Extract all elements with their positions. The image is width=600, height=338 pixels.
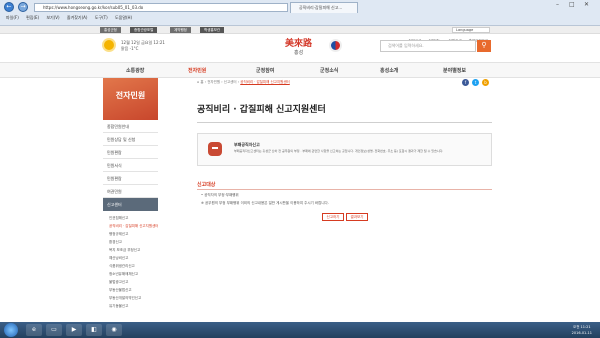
sub-item-current[interactable]: 공직비리 · 갑질피해 신고지원센터: [103, 222, 158, 230]
crumb-current: 공직비리 · 갑질피해 신고지원센터: [240, 80, 290, 84]
sub-item[interactable]: 예산낭비신고: [103, 254, 158, 262]
menu-view[interactable]: 보기(V): [46, 14, 59, 22]
folder-icon[interactable]: ▭: [46, 324, 62, 336]
side-item-handbook[interactable]: 민원편람: [103, 146, 158, 159]
nav-communication[interactable]: 소통광장: [126, 63, 144, 79]
side-item-consult[interactable]: 민원상담 및 신청: [103, 133, 158, 146]
nav-news[interactable]: 군정소식: [320, 63, 338, 79]
forward-icon[interactable]: →: [18, 2, 28, 12]
result-button[interactable]: 결과보기: [346, 213, 368, 221]
info-box-title: 부패공직자신고: [234, 142, 260, 147]
nav-participation[interactable]: 군정참여: [256, 63, 274, 79]
app-icon[interactable]: ◧: [86, 324, 102, 336]
taskbar: e ▭ ▶ ◧ ◉ 오전 11:21 2016-01-11: [0, 322, 600, 338]
sub-item[interactable]: 불법광고신고: [103, 278, 158, 286]
crumb-home[interactable]: 홈: [200, 80, 203, 84]
logo-main: 美來路: [285, 39, 313, 49]
util-link-hongseong[interactable]: 홍성군청: [100, 27, 121, 33]
sun-icon: [104, 40, 114, 50]
nav-field-info[interactable]: 분야별정보: [443, 63, 466, 79]
search-input[interactable]: 검색어를 입력하세요.: [380, 40, 476, 52]
sub-item[interactable]: 인권침해신고: [103, 214, 158, 222]
info-box: 부패공직자신고 부패공직자신고센터는 홍성군 산하 전 공무원의 부정 · 부패…: [197, 133, 492, 166]
menu-favorites[interactable]: 즐겨찾기(A): [67, 14, 88, 22]
side-hero-title: 전자민원: [115, 90, 146, 100]
sub-item[interactable]: 유기동물신고: [103, 302, 158, 310]
report-target-item: • 공직자의 부정·부패행위: [201, 193, 239, 197]
side-item-handbook-2[interactable]: 민원편람: [103, 172, 158, 185]
crumb-report-center[interactable]: 신고센터: [224, 80, 237, 84]
address-bar[interactable]: https://www.hongseong.go.kr/kor/sub05_01…: [34, 3, 288, 12]
report-notice-item: ※ 공무원의 부정 부패행위 이외의 신고내용은 일반 게시판을 이용하여 주시…: [201, 201, 329, 205]
side-item-passport[interactable]: 여권민원: [103, 185, 158, 198]
side-item-forms[interactable]: 민원서식: [103, 159, 158, 172]
ie-icon[interactable]: e: [26, 324, 42, 336]
system-clock[interactable]: 오전 11:21 2016-01-11: [572, 324, 592, 336]
explorer-icon[interactable]: ◉: [106, 324, 122, 336]
blog-icon[interactable]: b: [482, 79, 489, 86]
browser-chrome: ← → https://www.hongseong.go.kr/kor/sub0…: [0, 0, 600, 26]
side-item-report-center[interactable]: 신고센터: [103, 198, 158, 211]
sub-item[interactable]: 부동산개발의약건신고: [103, 294, 158, 302]
section-heading: 신고대상: [197, 182, 216, 188]
close-icon[interactable]: ✕: [584, 1, 589, 11]
site-logo[interactable]: 美來路 홍성: [285, 36, 345, 62]
util-link-student[interactable]: 학생홍보관: [200, 27, 225, 33]
report-button[interactable]: 신고하기: [322, 213, 344, 221]
utility-bar: 홍성군청 종합관광포털 계약행정 학생홍보관 Language: [0, 26, 600, 34]
twitter-icon[interactable]: t: [472, 79, 479, 86]
side-item-guide[interactable]: 종합민원안내: [103, 120, 158, 133]
util-link-contract[interactable]: 계약행정: [170, 27, 191, 33]
main-nav: 소통광장 전자민원 군정참여 군정소식 홍성소개 분야별정보: [0, 62, 600, 78]
speech-bubble-icon: [208, 142, 222, 156]
sub-item[interactable]: 행정규제신고: [103, 230, 158, 238]
sub-item[interactable]: 청소년유해매체신고: [103, 270, 158, 278]
sub-item[interactable]: 부동산불법신고: [103, 286, 158, 294]
search-icon[interactable]: ⚲: [477, 40, 491, 52]
menu-help[interactable]: 도움말(H): [115, 14, 132, 22]
side-hero: 전자민원: [103, 78, 158, 120]
menu-tools[interactable]: 도구(T): [95, 14, 108, 22]
page-title: 공직비리 · 갑질피해 신고지원센터: [197, 105, 326, 115]
info-box-desc: 부패공직자신고센터는 홍성군 산하 전 공무원의 부정 · 부패에 관련한 사항…: [234, 149, 444, 153]
language-select[interactable]: Language: [452, 27, 490, 33]
menu-edit[interactable]: 편집(E): [26, 14, 39, 22]
section-divider: [197, 189, 492, 190]
side-submenu: 인권침해신고 공직비리 · 갑질피해 신고지원센터 행정규제신고 환경신고 복지…: [103, 214, 158, 310]
start-button[interactable]: [4, 323, 18, 337]
crumb-e-civil[interactable]: 전자민원: [207, 80, 220, 84]
util-link-tour[interactable]: 종합관광포털: [130, 27, 158, 33]
side-menu: 종합민원안내 민원상담 및 신청 민원편람 민원서식 민원편람 여권민원 신고센…: [103, 120, 158, 211]
sub-item[interactable]: 식품위생관리신고: [103, 262, 158, 270]
maximize-icon[interactable]: □: [569, 1, 575, 11]
sub-item[interactable]: 복지 보조금 부정신고: [103, 246, 158, 254]
facebook-icon[interactable]: f: [462, 79, 469, 86]
breadcrumb: ⌂ 홈 › 전자민원 › 신고센터 › 공직비리 · 갑질피해 신고지원센터: [197, 80, 290, 84]
sub-item[interactable]: 환경신고: [103, 238, 158, 246]
weather-temp: 맑음 -1°C: [121, 46, 139, 51]
back-icon[interactable]: ←: [4, 2, 14, 12]
title-divider: [197, 122, 492, 123]
browser-menubar: 파일(F) 편집(E) 보기(V) 즐겨찾기(A) 도구(T) 도움말(H): [0, 14, 600, 22]
nav-intro[interactable]: 홍성소개: [380, 63, 398, 79]
minimize-icon[interactable]: –: [556, 1, 559, 11]
nav-e-civil[interactable]: 전자민원: [188, 63, 206, 79]
logo-sub: 홍성: [294, 50, 304, 56]
browser-tab[interactable]: 공직비리·갑질피해 신고...: [290, 2, 358, 13]
taegeuk-emblem-icon: [329, 39, 342, 52]
weather-info: 12월 12일 금요일 12:21 맑음 -1°C: [121, 40, 165, 52]
menu-file[interactable]: 파일(F): [6, 14, 19, 22]
media-icon[interactable]: ▶: [66, 324, 82, 336]
